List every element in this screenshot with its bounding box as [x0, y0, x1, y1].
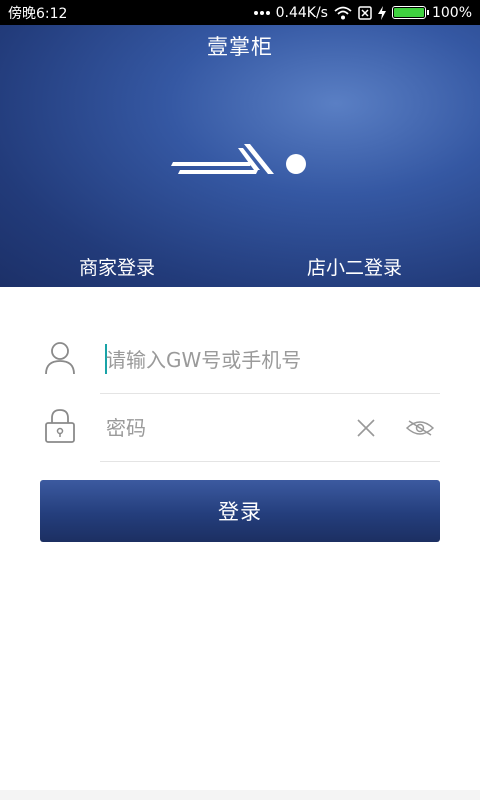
status-time: 傍晚6:12 — [8, 5, 68, 22]
status-indicators: 0.44K/s 100% — [253, 4, 472, 21]
eye-hidden-icon[interactable] — [405, 418, 435, 438]
login-button[interactable]: 登录 — [40, 480, 440, 542]
battery-icon — [391, 6, 429, 19]
bottom-strip — [0, 790, 480, 800]
password-input[interactable] — [106, 412, 346, 444]
more-dots-icon — [253, 10, 270, 16]
tab-merchant-login[interactable]: 商家登录 — [79, 253, 155, 280]
battery-percent: 100% — [431, 4, 472, 21]
username-input[interactable] — [106, 344, 346, 376]
header-banner: 壹掌柜 商家登录 店小二登录 — [0, 25, 480, 287]
close-icon[interactable] — [354, 416, 378, 440]
username-row — [0, 326, 480, 394]
password-divider — [100, 461, 440, 462]
app-title: 壹掌柜 — [207, 35, 273, 59]
network-speed: 0.44K/s — [275, 4, 328, 21]
charging-bolt-icon — [377, 5, 386, 20]
app-logo-icon — [171, 144, 306, 174]
wifi-icon — [334, 6, 352, 20]
lock-icon — [45, 409, 75, 443]
battery-level — [393, 8, 424, 17]
user-icon — [45, 342, 75, 375]
status-bar: 傍晚6:12 0.44K/s 100% — [0, 0, 480, 25]
sim-card-icon — [358, 5, 372, 20]
password-row — [0, 394, 480, 462]
tab-clerk-login[interactable]: 店小二登录 — [307, 253, 402, 280]
